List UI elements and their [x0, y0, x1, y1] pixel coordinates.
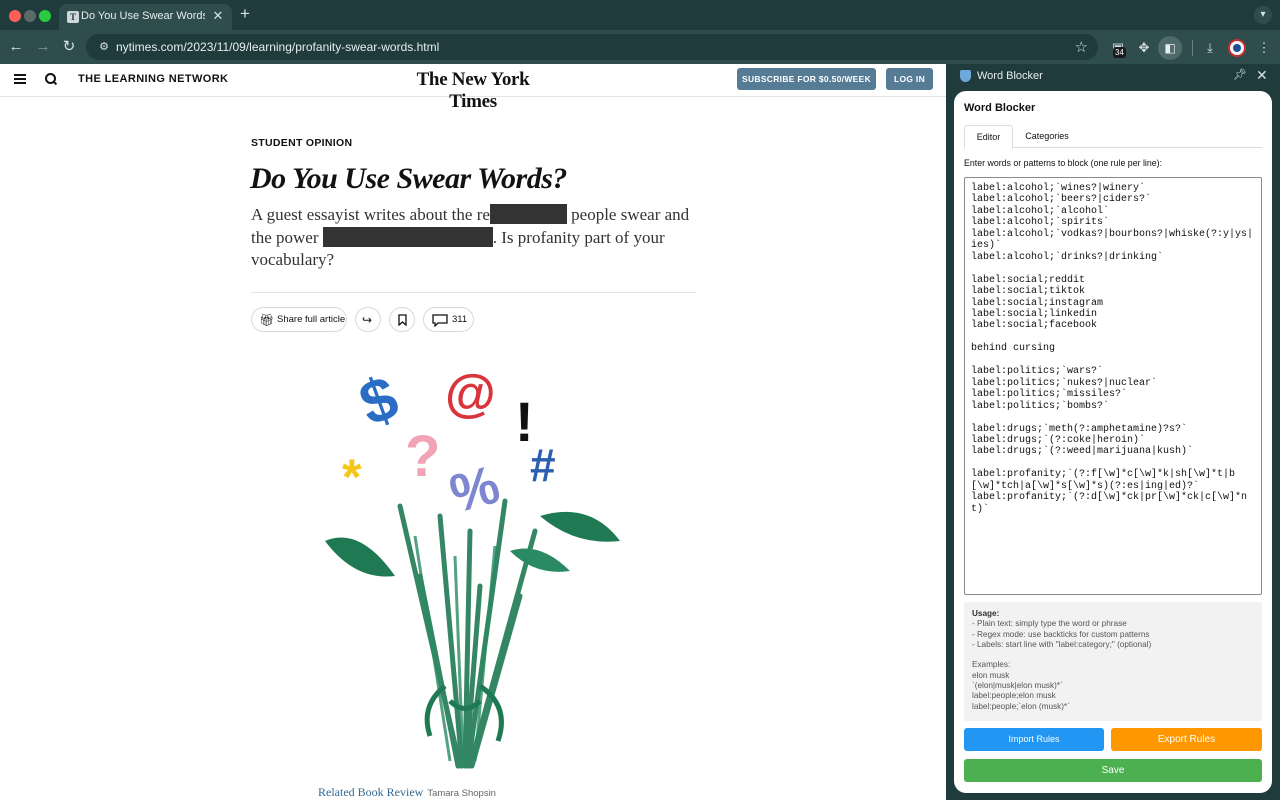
tab-title: Do You Use Swear Words? - T [81, 10, 205, 22]
word-blocker-card: Word Blocker Editor Categories Enter wor… [954, 91, 1272, 793]
forward-icon[interactable]: → [34, 38, 52, 56]
article-kicker: STUDENT OPINION [251, 137, 353, 149]
svg-text:*: * [342, 449, 362, 505]
back-icon[interactable]: ← [7, 38, 25, 56]
side-panel-icon[interactable]: ◧ [1158, 36, 1182, 60]
usage-body: - Plain text: simply type the word or ph… [972, 619, 1152, 711]
comments-button[interactable]: 311 [423, 307, 474, 332]
save-button[interactable]: Save [964, 759, 1262, 782]
article-illustration: $ @ ! ? % # * [325, 363, 620, 769]
shield-icon [960, 70, 971, 82]
divider [251, 292, 696, 293]
related-book-review-link[interactable]: Related Book Review [318, 785, 423, 799]
browser-toolbar: ← → ↻ ⚙ nytimes.com/2023/11/09/learning/… [0, 30, 1280, 64]
side-panel-title: Word Blocker [977, 70, 1043, 82]
usage-box: Usage: - Plain text: simply type the wor… [964, 602, 1262, 721]
nyt-header: THE LEARNING NETWORK The New York Times … [0, 64, 946, 112]
comment-count: 311 [452, 314, 468, 325]
pin-icon[interactable]: 📌︎ [1233, 68, 1247, 81]
reload-icon[interactable]: ↻ [60, 38, 78, 56]
svg-text:#: # [530, 439, 556, 491]
minimize-window-button[interactable] [24, 10, 36, 22]
svg-text:$: $ [351, 363, 407, 440]
close-window-button[interactable] [9, 10, 21, 22]
browser-tab[interactable]: T Do You Use Swear Words? - T ✕ [59, 4, 232, 30]
search-icon[interactable] [45, 73, 57, 85]
redacted-block [489, 204, 567, 224]
maximize-window-button[interactable] [39, 10, 51, 22]
browser-titlebar: T Do You Use Swear Words? - T ✕ + ▾ [0, 0, 1280, 30]
image-credit: Tamara Shopsin [427, 788, 496, 799]
rules-textarea[interactable]: label:alcohol;`wines?|winery` label:alco… [964, 177, 1262, 595]
image-caption: Related Book Review Tamara Shopsin [318, 783, 496, 800]
extension-badge: 34 [1113, 47, 1126, 58]
redacted-block [322, 226, 493, 247]
nyt-favicon-icon: T [67, 11, 79, 23]
bookmark-star-icon[interactable]: ☆ [1075, 38, 1088, 56]
share-full-article-button[interactable]: 🎁︎ Share full article [251, 307, 347, 332]
rules-instructions: Enter words or patterns to block (one ru… [964, 158, 1163, 168]
menu-icon[interactable]: ⋮ [1254, 38, 1274, 58]
tab-categories[interactable]: Categories [1014, 125, 1080, 148]
profile-icon[interactable] [1228, 39, 1246, 57]
share-label: Share full article [277, 314, 346, 325]
usage-title: Usage: [972, 609, 1000, 618]
export-rules-button[interactable]: Export Rules [1111, 728, 1262, 751]
site-info-icon[interactable]: ⚙ [96, 39, 112, 55]
nyt-logo[interactable]: The New York Times [400, 69, 546, 113]
bookmark-icon [398, 314, 407, 326]
article-dek: A guest essayist writes about the re peo… [251, 204, 711, 272]
gift-icon: 🎁︎ [259, 313, 275, 327]
subscribe-button[interactable]: SUBSCRIBE FOR $0.50/WEEK [737, 68, 876, 90]
share-button[interactable]: ↪ [355, 307, 381, 332]
tab-editor[interactable]: Editor [964, 125, 1013, 149]
share-icon: ↪ [362, 313, 373, 327]
download-icon[interactable]: ⤓ [1200, 38, 1220, 58]
svg-text:?: ? [405, 424, 440, 489]
section-name-link[interactable]: THE LEARNING NETWORK [78, 73, 228, 85]
article-headline: Do You Use Swear Words? [250, 162, 567, 195]
tab-close-icon[interactable]: ✕ [210, 8, 226, 24]
puzzle-icon[interactable]: ✥ [1134, 38, 1154, 58]
new-tab-button[interactable]: + [236, 5, 254, 23]
dek-text-1: A guest essayist writes about the re [251, 205, 490, 224]
tab-bar: Editor Categories [964, 125, 1262, 149]
import-rules-button[interactable]: Import Rules [964, 728, 1104, 751]
side-panel-header: Word Blocker 📌︎ ✕ [946, 64, 1280, 90]
side-panel: Word Blocker 📌︎ ✕ Word Blocker Editor Ca… [946, 64, 1280, 800]
close-icon[interactable]: ✕ [1256, 67, 1268, 84]
word-blocker-title: Word Blocker [964, 102, 1036, 114]
svg-text:%: % [444, 454, 506, 524]
url-text[interactable]: nytimes.com/2023/11/09/learning/profanit… [116, 40, 439, 54]
hamburger-icon[interactable] [14, 74, 26, 85]
svg-text:@: @ [445, 365, 496, 423]
comment-icon [432, 314, 448, 327]
toolbar-divider [1192, 40, 1193, 56]
save-article-button[interactable] [389, 307, 415, 332]
web-page: THE LEARNING NETWORK The New York Times … [0, 64, 946, 800]
login-button[interactable]: LOG IN [886, 68, 933, 90]
address-bar[interactable]: ⚙ nytimes.com/2023/11/09/learning/profan… [86, 34, 1098, 60]
tab-search-icon[interactable]: ▾ [1254, 6, 1272, 24]
